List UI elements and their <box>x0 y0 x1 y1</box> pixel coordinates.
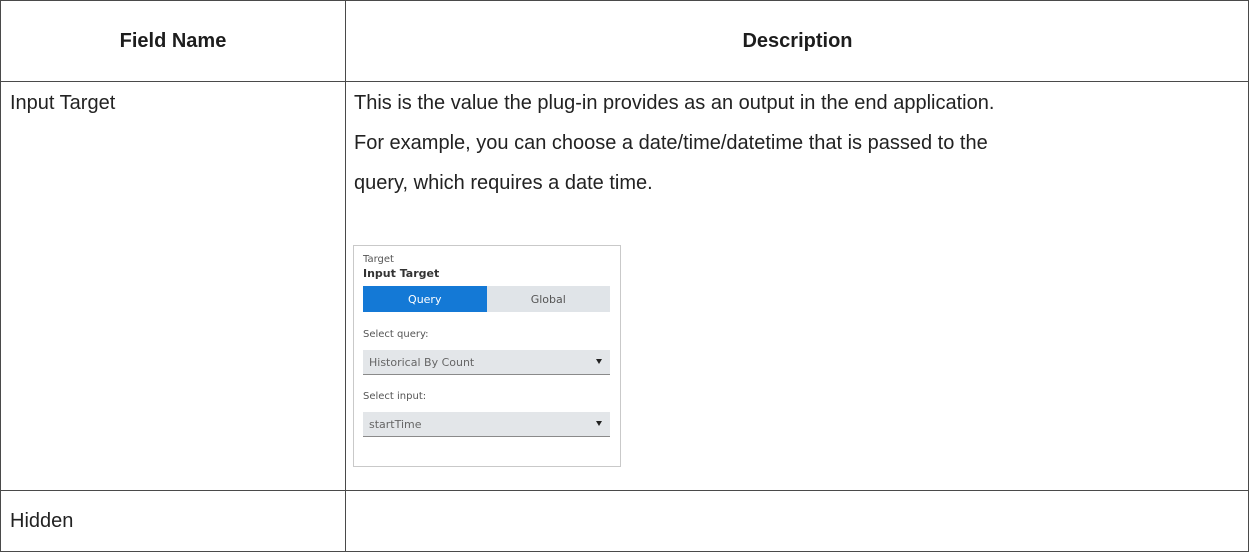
tab-query: Query <box>363 286 487 312</box>
select-query-dropdown: Historical By Count <box>363 350 610 375</box>
header-field-name: Field Name <box>119 30 227 52</box>
select-input-dropdown: startTime <box>363 412 610 437</box>
select-input-value: startTime <box>369 417 422 431</box>
row-description-input-target: This is the value the plug-in provides a… <box>354 83 994 203</box>
select-query-value: Historical By Count <box>369 355 475 369</box>
row-divider <box>1 490 1248 491</box>
panel-title: Input Target <box>363 267 440 280</box>
select-query-label: Select query: <box>363 329 429 340</box>
row-field-hidden: Hidden <box>10 510 74 532</box>
row-field-input-target: Input Target <box>10 92 116 114</box>
caret-down-icon <box>596 421 602 426</box>
description-line: This is the value the plug-in provides a… <box>354 92 995 114</box>
query-global-toggle: Query Global <box>363 286 610 312</box>
header-divider <box>1 81 1248 82</box>
caret-down-icon <box>596 359 602 364</box>
tab-global: Global <box>486 286 610 312</box>
description-line: query, which requires a date time. <box>354 172 653 194</box>
field-description-table: Field Name Description Input Target This… <box>0 0 1249 552</box>
input-target-panel-screenshot: Target Input Target Query Global Select … <box>353 245 621 467</box>
select-input-label: Select input: <box>363 391 427 402</box>
header-description: Description <box>742 30 853 52</box>
description-line: For example, you can choose a date/time/… <box>354 132 988 154</box>
panel-section-label: Target <box>363 254 394 265</box>
column-divider <box>345 1 346 551</box>
